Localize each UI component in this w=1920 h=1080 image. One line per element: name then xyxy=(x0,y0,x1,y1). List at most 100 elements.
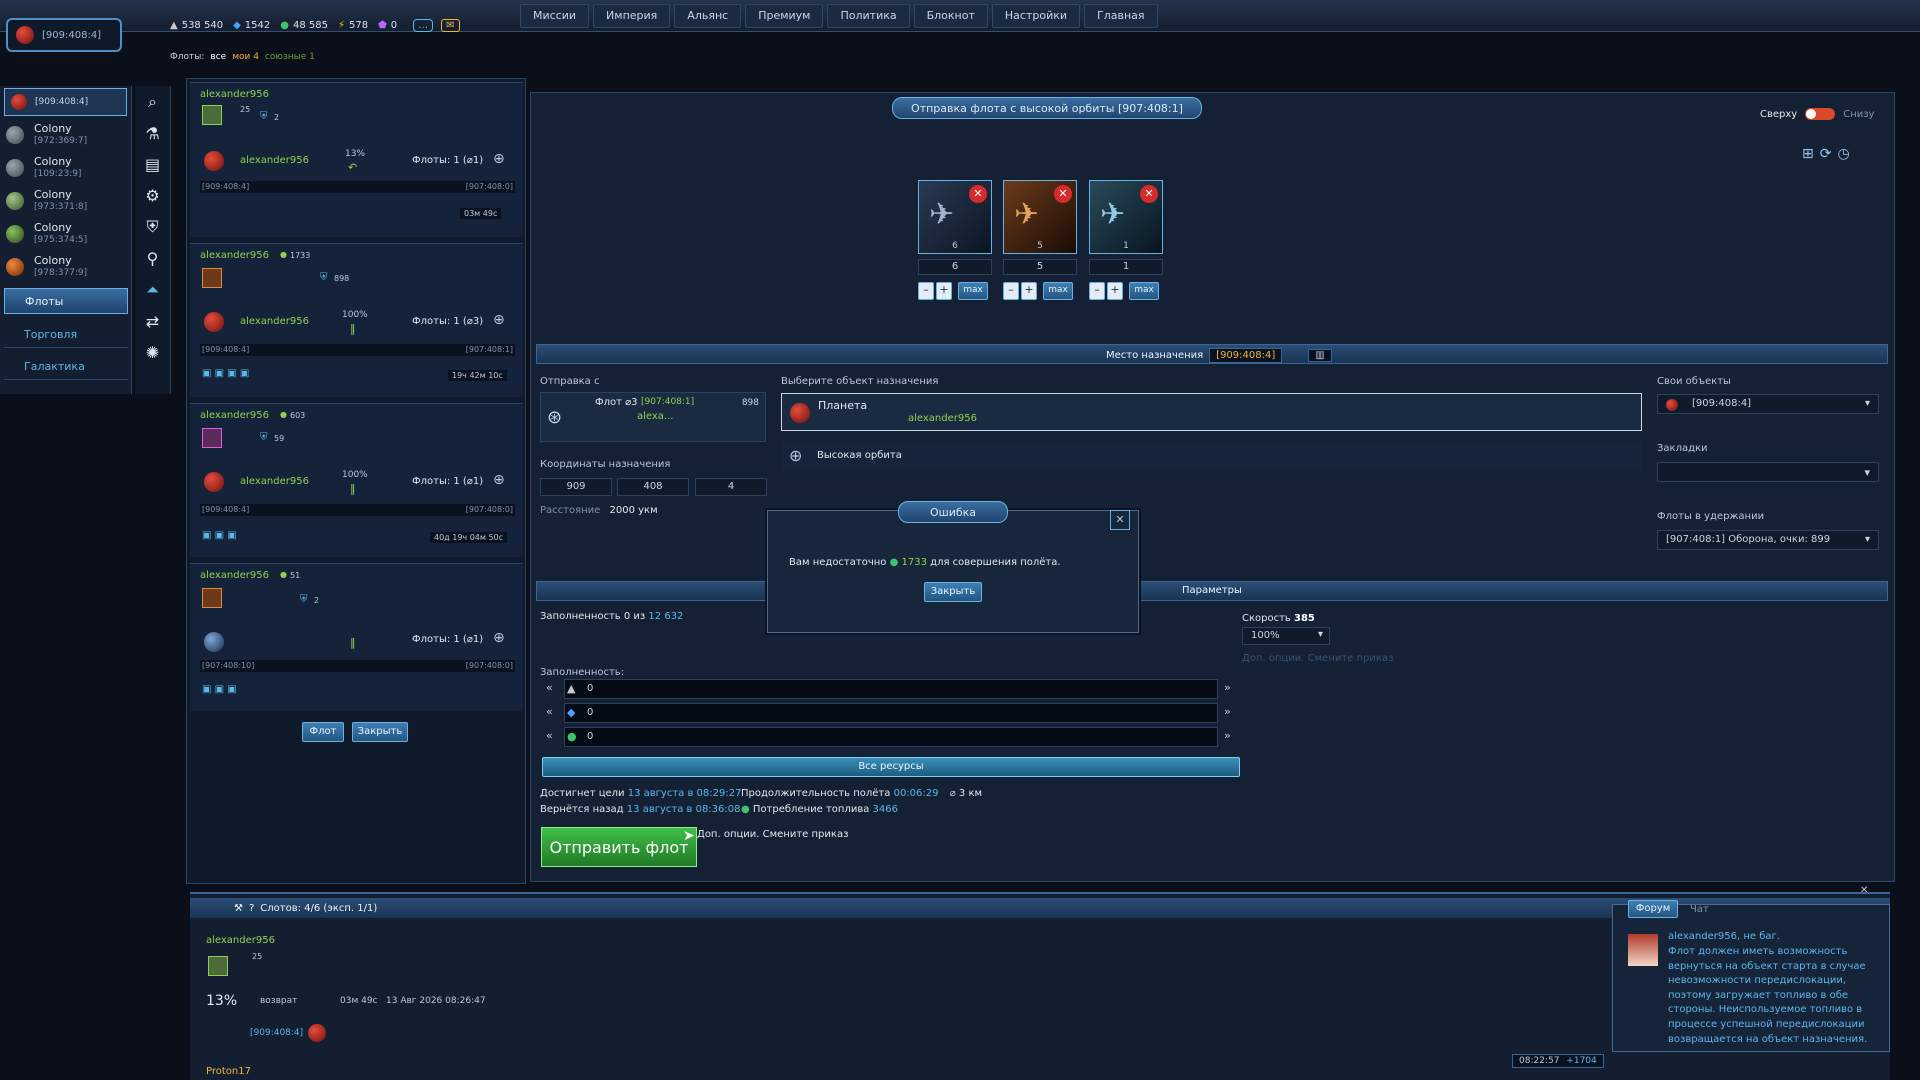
fleet-card[interactable]: alexander956 ● 1733 ⛨ 898 alexander956 1… xyxy=(190,243,523,397)
coord-system-input[interactable]: 408 xyxy=(617,478,689,496)
menu-settings[interactable]: Настройки xyxy=(991,4,1081,28)
ship-slot[interactable]: ✈ ✕ 6 xyxy=(918,180,992,254)
refresh-icon[interactable]: ⟳ xyxy=(1820,146,1832,162)
minus-button[interactable]: – xyxy=(918,282,934,300)
close-icon[interactable]: ✕ xyxy=(1110,510,1130,530)
ship-icon xyxy=(202,588,222,608)
galaxy-icon[interactable]: ✺ xyxy=(146,343,159,362)
metal-input[interactable]: ▲ 0 xyxy=(564,679,1218,699)
coord-galaxy-input[interactable]: 909 xyxy=(540,478,612,496)
extra-options-dim: Доп. опции. Смените приказ xyxy=(1242,653,1394,664)
fleet-card[interactable]: alexander956 ● 51 ⛨ 2 ‖ Флоты: 1 (⌀1) ⊕ … xyxy=(190,563,523,711)
nav-tab-galaxy[interactable]: Галактика xyxy=(4,354,128,380)
colony-item[interactable]: Colony [109:23:9] xyxy=(0,151,131,184)
increase-icon[interactable]: » xyxy=(1224,681,1231,694)
flask-icon[interactable]: ⚗ xyxy=(145,124,159,143)
ship-qty-field[interactable]: 1 xyxy=(1089,259,1163,275)
remove-icon[interactable]: ✕ xyxy=(1054,185,1072,203)
search-icon[interactable]: ⌕ xyxy=(148,92,157,112)
menu-main[interactable]: Главная xyxy=(1084,4,1158,28)
planet-item-current[interactable]: [909:408:4] xyxy=(4,88,127,116)
fleet-card[interactable]: alexander956 ● 603 ⛨ 59 alexander956 100… xyxy=(190,403,523,557)
building-icon[interactable]: ▤ xyxy=(145,155,160,174)
plus-button[interactable]: + xyxy=(1021,282,1037,300)
menu-alliance[interactable]: Альянс xyxy=(674,4,742,28)
plus-button[interactable]: + xyxy=(1107,282,1123,300)
hold-fleets-select[interactable]: [907:408:1] Оборона, очки: 899 ▾ xyxy=(1657,530,1879,550)
close-panel-button[interactable]: Закрыть xyxy=(352,722,408,742)
chat-icon[interactable]: … xyxy=(413,18,434,32)
colony-item[interactable]: Colony [973:371:8] xyxy=(0,184,131,217)
microscope-icon[interactable]: ⚲ xyxy=(147,249,159,268)
current-planet-selector[interactable]: [909:408:4] xyxy=(6,18,122,52)
colony-item[interactable]: Colony [978:377:9] xyxy=(0,250,131,283)
menu-notepad[interactable]: Блокнот xyxy=(913,4,988,28)
position-toggle[interactable]: Сверху Снизу xyxy=(1760,108,1874,120)
minus-button[interactable]: – xyxy=(1089,282,1105,300)
ship-qty-field[interactable]: 6 xyxy=(918,259,992,275)
bookmarks-select[interactable]: ▾ xyxy=(1657,462,1879,482)
deuterium-input[interactable]: ● 0 xyxy=(564,727,1218,747)
all-resources-button[interactable]: Все ресурсы xyxy=(542,757,1240,777)
crystal-input[interactable]: ◆ 0 xyxy=(564,703,1218,723)
own-objects-select[interactable]: [909:408:4] ▾ xyxy=(1657,394,1879,414)
filter-all[interactable]: все xyxy=(210,52,226,62)
menu-empire[interactable]: Империя xyxy=(593,4,671,28)
menu-politics[interactable]: Политика xyxy=(827,4,910,28)
mail-icon[interactable]: ✉ xyxy=(441,18,460,32)
fleet-source-card[interactable]: ⊛ Флот ⌀3 [907:408:1] 898 alexa... xyxy=(540,392,766,442)
layout-icon[interactable]: ⊞ xyxy=(1802,146,1814,162)
speed-select[interactable]: 100% ▾ xyxy=(1242,627,1330,645)
close-icon[interactable]: ✕ xyxy=(1860,885,1868,896)
crosshair-icon[interactable]: ⊕ xyxy=(493,312,505,328)
nav-tab-trade[interactable]: Торговля xyxy=(4,322,128,348)
action-icons[interactable]: ▣ ▣ ▣ xyxy=(202,684,237,695)
target-high-orbit-option[interactable]: ⊕ Высокая орбита xyxy=(781,441,1642,471)
action-icons[interactable]: ▣ ▣ ▣ ▣ xyxy=(202,368,249,379)
plus-button[interactable]: + xyxy=(936,282,952,300)
tab-forum[interactable]: Форум xyxy=(1628,900,1678,918)
fleet-button[interactable]: Флот xyxy=(302,722,344,742)
ship-slot[interactable]: ✈ ✕ 1 xyxy=(1089,180,1163,254)
ship-qty-field[interactable]: 5 xyxy=(1003,259,1077,275)
menu-missions[interactable]: Миссии xyxy=(520,4,590,28)
gear-icon[interactable]: ⚙ xyxy=(145,186,159,205)
increase-icon[interactable]: » xyxy=(1224,729,1231,742)
help-icon[interactable]: ? xyxy=(249,903,254,914)
crosshair-icon[interactable]: ⊕ xyxy=(493,151,505,167)
target-planet-option[interactable]: Планета alexander956 xyxy=(781,393,1642,431)
colony-item[interactable]: Colony [972:369:7] xyxy=(0,118,131,151)
shield-icon[interactable]: ⛨ xyxy=(146,217,158,237)
fleet-card[interactable]: alexander956 25 ⛨ 2 alexander956 13% ↶ Ф… xyxy=(190,82,523,237)
max-button[interactable]: max xyxy=(1043,282,1073,300)
filter-allied[interactable]: союзные 1 xyxy=(265,52,315,62)
max-button[interactable]: max xyxy=(958,282,988,300)
menu-premium[interactable]: Премиум xyxy=(745,4,824,28)
timer-icon[interactable]: ◷ xyxy=(1837,146,1849,162)
increase-icon[interactable]: » xyxy=(1224,705,1231,718)
tab-chat[interactable]: Чат xyxy=(1690,904,1709,915)
crosshair-icon[interactable]: ⊕ xyxy=(493,630,505,646)
decrease-icon[interactable]: « xyxy=(546,681,553,694)
decrease-icon[interactable]: « xyxy=(546,729,553,742)
remove-icon[interactable]: ✕ xyxy=(969,185,987,203)
coord-position-input[interactable]: 4 xyxy=(695,478,767,496)
nav-tab-fleets[interactable]: Флоты xyxy=(4,288,128,314)
extra-options[interactable]: Доп. опции. Смените приказ xyxy=(697,829,848,840)
notepad-icon[interactable]: ▥ xyxy=(1308,349,1332,362)
dialog-close-button[interactable]: Закрыть xyxy=(924,582,982,602)
action-icons[interactable]: ▣ ▣ ▣ xyxy=(202,530,237,541)
crosshair-icon[interactable]: ⊕ xyxy=(493,472,505,488)
send-fleet-button[interactable]: Отправить флот xyxy=(541,827,697,867)
minus-button[interactable]: – xyxy=(1003,282,1019,300)
max-button[interactable]: max xyxy=(1129,282,1159,300)
colony-item[interactable]: Colony [975:374:5] xyxy=(0,217,131,250)
tools-icon[interactable]: ⚒ xyxy=(234,903,243,914)
trade-icon[interactable]: ⇄ xyxy=(146,312,159,331)
decrease-icon[interactable]: « xyxy=(546,705,553,718)
filter-mine[interactable]: мои 4 xyxy=(232,52,259,62)
remove-icon[interactable]: ✕ xyxy=(1140,185,1158,203)
rocket-icon[interactable]: ⏶ xyxy=(146,280,159,300)
ship-slot[interactable]: ✈ ✕ 5 xyxy=(1003,180,1077,254)
toggle-switch[interactable] xyxy=(1805,108,1836,120)
